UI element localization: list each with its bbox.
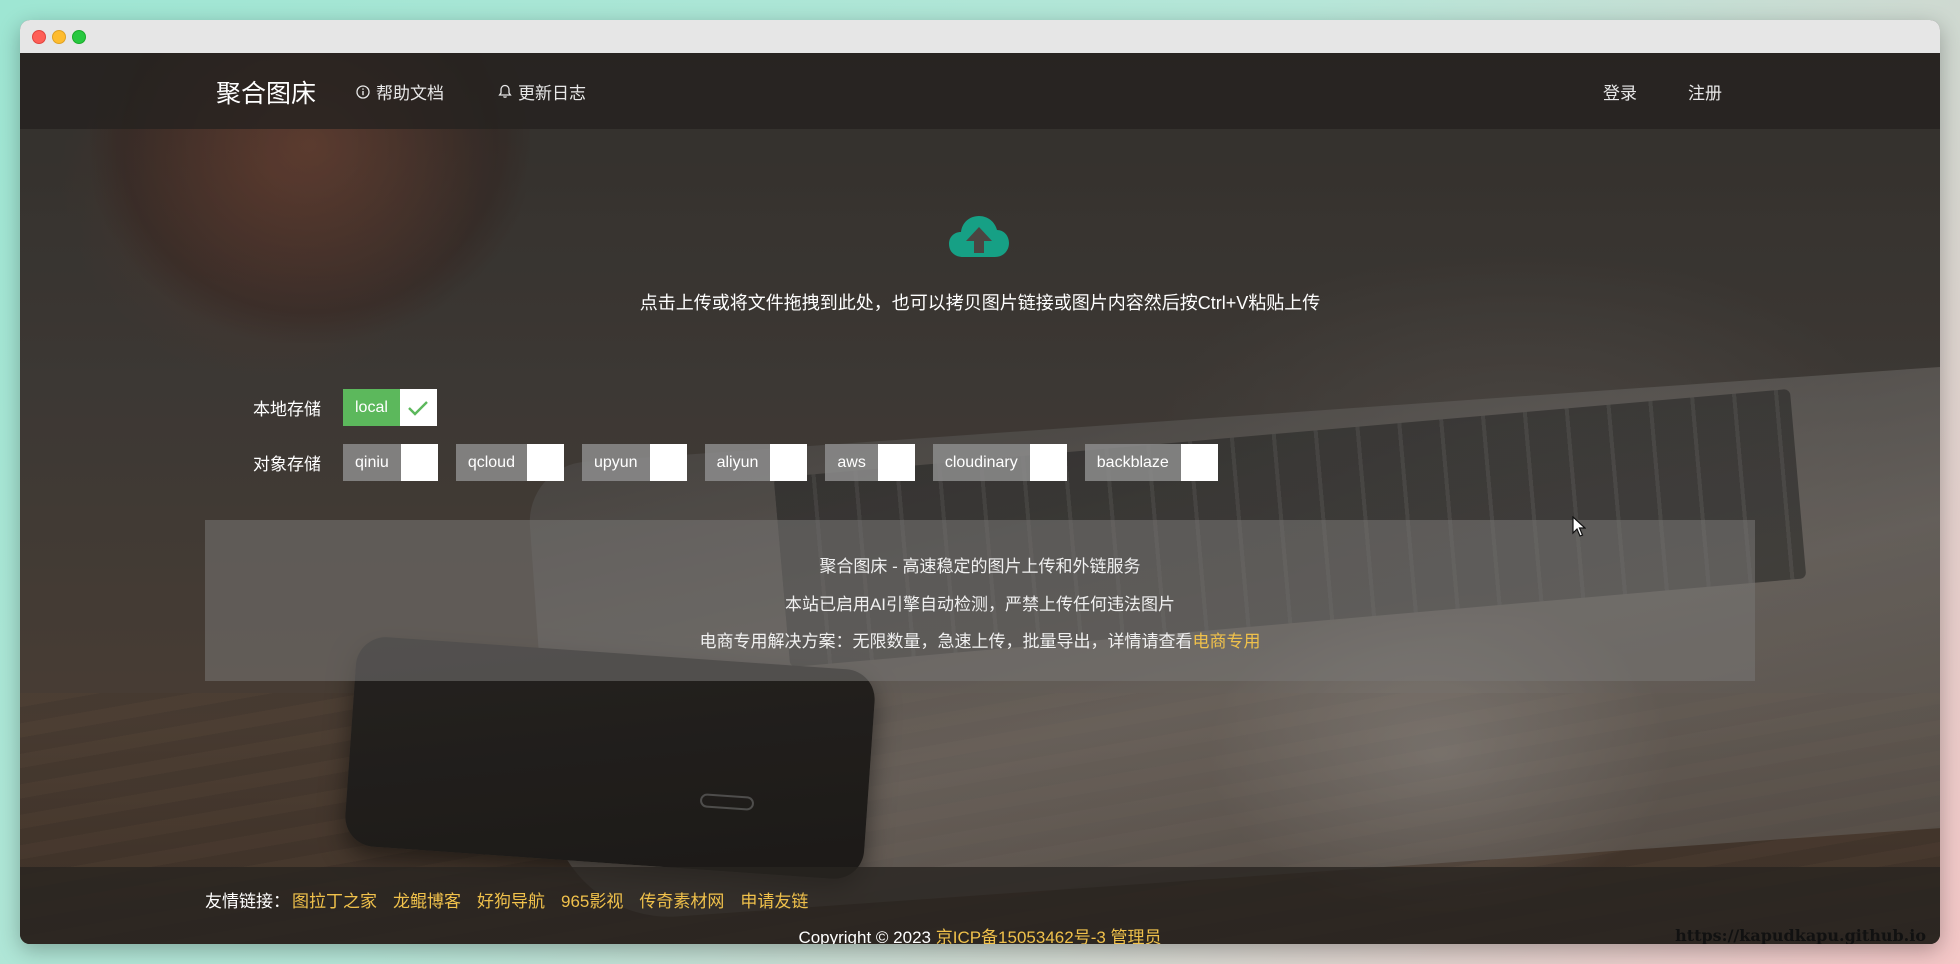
storage-option-backblaze[interactable]: backblaze [1084, 444, 1218, 481]
bell-icon [498, 84, 512, 98]
friend-link[interactable]: 传奇素材网 [639, 887, 724, 912]
checkmark-icon[interactable] [399, 389, 437, 426]
nav-help-docs[interactable]: 帮助文档 [356, 79, 444, 104]
close-window-button[interactable] [32, 30, 46, 44]
storage-checkbox[interactable] [526, 444, 564, 481]
friend-link[interactable]: 龙鲲博客 [393, 887, 461, 912]
storage-option-qcloud[interactable]: qcloud [455, 444, 564, 481]
ecommerce-notice: 电商专用解决方案：无限数量，急速上传，批量导出，详情请查看电商专用 [205, 627, 1755, 652]
friend-link[interactable]: 图拉丁之家 [292, 887, 377, 912]
storage-option-qiniu[interactable]: qiniu [343, 444, 438, 481]
storage-checkbox[interactable] [400, 444, 438, 481]
info-panel: 聚合图床 - 高速稳定的图片上传和外链服务 本站已启用AI引擎自动检测，严禁上传… [205, 520, 1755, 681]
object-storage-row: 对象存储 qiniu qcloud upyun aliyun aws cloud… [253, 444, 1236, 481]
upload-hint-text[interactable]: 点击上传或将文件拖拽到此处，也可以拷贝图片链接或图片内容然后按Ctrl+V粘贴上… [20, 289, 1940, 315]
storage-option-cloudinary[interactable]: cloudinary [932, 444, 1067, 481]
service-description: 聚合图床 - 高速稳定的图片上传和外链服务 [819, 557, 1141, 576]
ai-detection-notice: 本站已启用AI引擎自动检测，严禁上传任何违法图片 [784, 595, 1176, 614]
browser-window: 聚合图床 帮助文档 更新日志 登录 注册 点击上传或将文件拖拽到此处，也可以拷贝… [20, 20, 1940, 944]
ecommerce-notice-text: 电商专用解决方案：无限数量，急速上传，批量导出，详情请查看 [699, 632, 1193, 651]
register-link[interactable]: 注册 [1688, 79, 1722, 104]
storage-option-local[interactable]: local [343, 389, 437, 426]
ecommerce-link[interactable]: 电商专用 [1193, 632, 1261, 651]
page-content: 聚合图床 帮助文档 更新日志 登录 注册 点击上传或将文件拖拽到此处，也可以拷贝… [20, 53, 1940, 944]
icp-link[interactable]: 京ICP备15053462号-3 [936, 928, 1106, 944]
storage-option-label: cloudinary [932, 444, 1030, 481]
storage-option-label: qcloud [455, 444, 527, 481]
background-overlay [20, 53, 1940, 944]
storage-checkbox[interactable] [770, 444, 808, 481]
storage-option-label: backblaze [1084, 444, 1181, 481]
copyright-text: Copyright © 2023 [798, 928, 936, 944]
storage-checkbox[interactable] [877, 444, 915, 481]
site-brand[interactable]: 聚合图床 [216, 74, 316, 110]
info-icon [356, 84, 370, 99]
storage-option-label: aliyun [704, 444, 771, 481]
local-storage-row: 本地存储 local [253, 389, 455, 426]
storage-option-upyun[interactable]: upyun [581, 444, 687, 481]
friend-link[interactable]: 好狗导航 [477, 887, 545, 912]
maximize-window-button[interactable] [72, 30, 86, 44]
storage-option-label: aws [825, 444, 878, 481]
top-navbar: 聚合图床 帮助文档 更新日志 登录 注册 [20, 53, 1940, 129]
storage-option-aws[interactable]: aws [825, 444, 915, 481]
object-storage-label: 对象存储 [253, 455, 321, 474]
page-footer: 友情链接： 图拉丁之家 龙鲲博客 好狗导航 965影视 传奇素材网 申请友链 C… [20, 867, 1940, 944]
storage-checkbox[interactable] [649, 444, 687, 481]
watermark-url: https://kapudkapu.github.io [1675, 926, 1926, 944]
nav-changelog[interactable]: 更新日志 [498, 79, 586, 104]
apply-friend-link[interactable]: 申请友链 [740, 887, 808, 912]
admin-link[interactable]: 管理员 [1111, 928, 1162, 944]
storage-option-label: upyun [581, 444, 650, 481]
storage-option-label: qiniu [343, 444, 401, 481]
nav-changelog-label: 更新日志 [518, 84, 586, 103]
storage-option-label: local [343, 389, 400, 426]
friend-link[interactable]: 965影视 [561, 887, 623, 912]
storage-checkbox[interactable] [1180, 444, 1218, 481]
storage-checkbox[interactable] [1029, 444, 1067, 481]
minimize-window-button[interactable] [52, 30, 66, 44]
nav-help-label: 帮助文档 [376, 84, 444, 103]
storage-option-aliyun[interactable]: aliyun [704, 444, 808, 481]
window-titlebar [20, 20, 1940, 54]
friend-links: 友情链接： 图拉丁之家 龙鲲博客 好狗导航 965影视 传奇素材网 申请友链 [205, 887, 824, 912]
copyright: Copyright © 2023 京ICP备15053462号-3 管理员 [20, 923, 1940, 944]
local-storage-label: 本地存储 [253, 400, 321, 419]
cloud-upload-icon[interactable] [947, 213, 1011, 261]
login-link[interactable]: 登录 [1603, 79, 1637, 104]
mouse-cursor-icon [1572, 516, 1586, 537]
friend-links-label: 友情链接： [205, 892, 290, 911]
